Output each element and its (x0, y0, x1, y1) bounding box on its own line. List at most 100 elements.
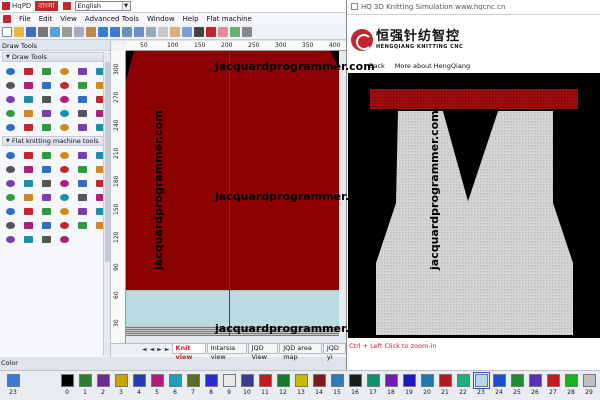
zoom-in-icon[interactable] (122, 27, 132, 37)
color-swatch-item[interactable]: 21 (436, 374, 454, 396)
collapse-triangle-icon[interactable]: ▼ (6, 137, 10, 146)
menu-window[interactable]: Window (147, 15, 175, 23)
color-swatch-item[interactable]: 6 (166, 374, 184, 396)
color-swatch-item[interactable]: 3 (112, 374, 130, 396)
cast-on-icon[interactable] (4, 164, 16, 174)
repeat-icon[interactable] (4, 206, 16, 216)
cursor-icon[interactable] (4, 66, 16, 76)
intarsia-icon[interactable] (22, 178, 34, 188)
bind-off-icon[interactable] (22, 164, 34, 174)
option-icon[interactable] (22, 206, 34, 216)
brush-icon[interactable] (4, 122, 16, 132)
rect-icon[interactable] (76, 66, 88, 76)
color-swatch-item[interactable]: 29 (580, 374, 598, 396)
color-swatch[interactable] (96, 374, 110, 387)
color-swatch[interactable] (258, 374, 272, 387)
simulation-3d-view[interactable] (348, 73, 600, 338)
tab-first-icon[interactable]: ◄ (141, 346, 148, 353)
tubular-icon[interactable] (58, 206, 70, 216)
color-swatch-item[interactable]: 7 (184, 374, 202, 396)
tab-prev-icon[interactable]: ◄ (149, 346, 156, 353)
color-swatch-item[interactable]: 27 (544, 374, 562, 396)
finish-icon[interactable] (58, 234, 70, 244)
plating-icon[interactable] (4, 220, 16, 230)
color-swatch-item[interactable]: 2 (94, 374, 112, 396)
layer-icon[interactable] (230, 27, 240, 37)
shift-icon[interactable] (76, 192, 88, 202)
collapse-triangle-icon[interactable]: ▼ (6, 53, 10, 62)
color-swatch-item[interactable]: 9 (220, 374, 238, 396)
hand-icon[interactable] (170, 27, 180, 37)
select-icon[interactable] (158, 27, 168, 37)
widen-icon[interactable] (58, 192, 70, 202)
color-swatch[interactable] (60, 374, 74, 387)
blend-icon[interactable] (76, 122, 88, 132)
color-swatch-item[interactable]: 14 (310, 374, 328, 396)
menu-edit[interactable]: Edit (39, 15, 53, 23)
color-swatch[interactable] (78, 374, 92, 387)
color-swatch[interactable] (564, 374, 578, 387)
cut-icon[interactable] (62, 27, 72, 37)
color-swatch[interactable] (528, 374, 542, 387)
color-swatch-item[interactable]: 25 (508, 374, 526, 396)
jacquard-icon[interactable] (4, 178, 16, 188)
tab-knit-view[interactable]: Knit view (171, 344, 206, 361)
pen-icon[interactable] (194, 27, 204, 37)
color-swatch[interactable] (204, 374, 218, 387)
clone-icon[interactable] (76, 108, 88, 118)
redo-icon[interactable] (110, 27, 120, 37)
ribbon-icon[interactable] (76, 206, 88, 216)
about-link[interactable]: More about HengQiang (395, 62, 470, 70)
menu-view[interactable]: View (60, 15, 77, 23)
lasso-icon[interactable] (58, 108, 70, 118)
current-color-swatch[interactable] (6, 374, 20, 387)
hold-icon[interactable] (22, 220, 34, 230)
shape-right-icon[interactable] (40, 234, 52, 244)
color-swatch-item[interactable]: 5 (148, 374, 166, 396)
cable-icon[interactable] (58, 164, 70, 174)
drop-icon[interactable] (58, 220, 70, 230)
rollers-icon[interactable] (4, 192, 16, 202)
new-file-icon[interactable] (2, 27, 12, 37)
color-swatch-item[interactable]: 26 (526, 374, 544, 396)
color-swatch-item[interactable]: 22 (454, 374, 472, 396)
color-swatch[interactable] (384, 374, 398, 387)
mirror-icon[interactable] (58, 94, 70, 104)
color-swatch-item[interactable]: 10 (238, 374, 256, 396)
copy-icon[interactable] (74, 27, 84, 37)
color-swatch[interactable] (312, 374, 326, 387)
color-swatch[interactable] (402, 374, 416, 387)
language-select[interactable]: English ▼ (74, 1, 131, 11)
color-swatch-item[interactable]: 11 (256, 374, 274, 396)
preview-icon[interactable] (50, 27, 60, 37)
color-swatch-item[interactable]: 18 (382, 374, 400, 396)
tab-jqd-area-map[interactable]: JQD area map (279, 344, 322, 361)
color-swatch[interactable] (240, 374, 254, 387)
color-swatch-item[interactable]: 4 (130, 374, 148, 396)
color-swatch[interactable] (150, 374, 164, 387)
release-icon[interactable] (40, 220, 52, 230)
menu-advanced-tools[interactable]: Advanced Tools (85, 15, 139, 23)
settings-icon[interactable] (242, 27, 252, 37)
color-swatch[interactable] (456, 374, 470, 387)
color-swatch[interactable] (366, 374, 380, 387)
color-swatch[interactable] (546, 374, 560, 387)
color-swatch-item[interactable]: 0 (58, 374, 76, 396)
color-swatch-item[interactable]: 13 (292, 374, 310, 396)
speed-icon[interactable] (76, 178, 88, 188)
catch-icon[interactable] (76, 220, 88, 230)
magnify-icon[interactable] (182, 27, 192, 37)
tab-jqd-yi[interactable]: JQD yi (322, 344, 346, 361)
narrow-icon[interactable] (40, 192, 52, 202)
color-swatch[interactable] (420, 374, 434, 387)
diamond-icon[interactable] (4, 80, 16, 90)
save-icon[interactable] (26, 27, 36, 37)
pen-icon[interactable] (58, 80, 70, 90)
app-menu-icon[interactable] (3, 15, 11, 23)
color-swatch-item[interactable]: 15 (328, 374, 346, 396)
sinker-icon[interactable] (40, 178, 52, 188)
text-icon[interactable] (4, 94, 16, 104)
polyline-icon[interactable] (40, 66, 52, 76)
color-swatch[interactable] (492, 374, 506, 387)
tab-next-icon[interactable]: ► (156, 346, 163, 353)
